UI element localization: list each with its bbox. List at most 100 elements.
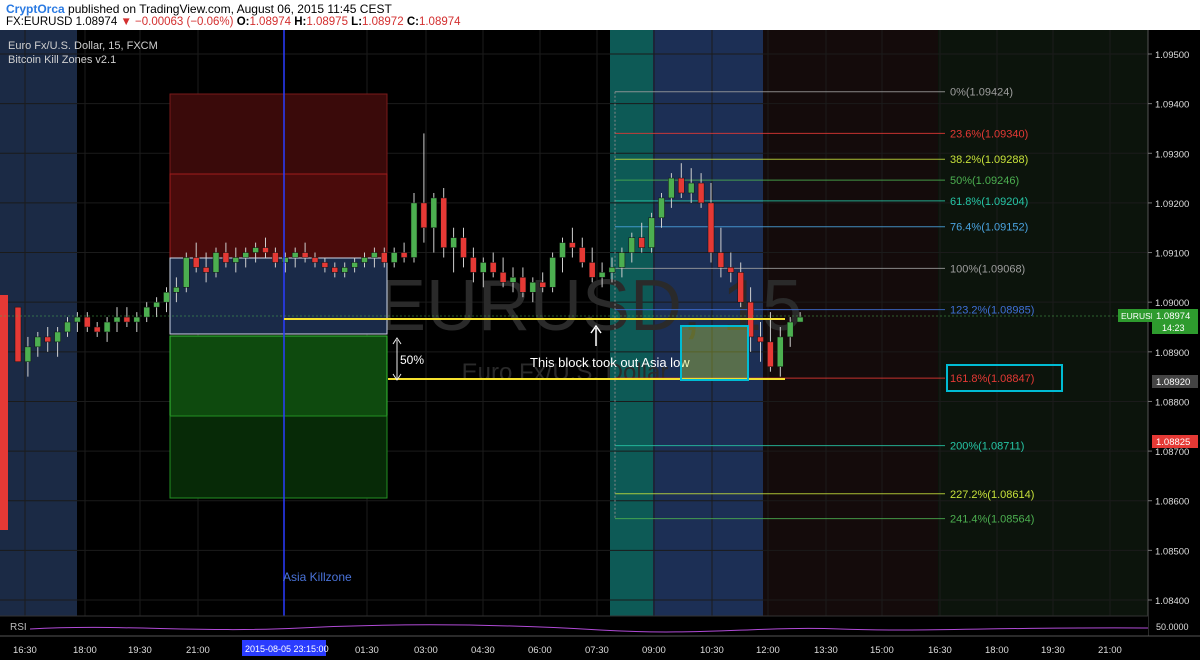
candle-body-69 (697, 182, 705, 204)
candle-body-34 (351, 262, 358, 268)
symbol-legend[interactable]: Euro Fx/U.S. Dollar, 15, FXCM (8, 40, 158, 52)
candle-body-51 (519, 277, 527, 293)
candle-body-39 (400, 252, 408, 258)
fib-label-10: 227.2%(1.08614) (950, 489, 1034, 501)
candle-body-79 (796, 316, 804, 323)
author-name[interactable]: CryptOrca (6, 2, 65, 16)
candle-body-3 (44, 336, 51, 343)
session-zone-4 (938, 30, 1148, 616)
candle-body-18 (192, 257, 200, 268)
x-cursor-label: 2015-08-05 23:15:00 (245, 644, 329, 654)
x-tick-label-12: 13:30 (814, 645, 838, 656)
indicator-legend[interactable]: Bitcoin Kill Zones v2.1 (8, 54, 116, 66)
candle-body-76 (767, 341, 774, 367)
y-tick-label-2: 1.09300 (1155, 149, 1189, 160)
open-label: O: (236, 16, 250, 28)
rsi-label: RSI (10, 622, 27, 633)
candle-body-20 (212, 252, 220, 273)
candle-body-13 (143, 306, 150, 318)
rsi-value: 50.0000 (1156, 622, 1189, 632)
x-tick-label-8: 07:30 (585, 645, 609, 656)
candle-body-64 (648, 217, 655, 248)
crosshair-price-label: 1.08920 (1156, 377, 1190, 388)
candle-body-65 (658, 197, 665, 219)
candle-body-7 (84, 316, 91, 328)
candle-body-50 (509, 277, 517, 283)
candle-body-36 (371, 252, 378, 258)
x-tick-label-3: 21:00 (186, 645, 210, 656)
low-label: L: (351, 16, 363, 28)
candle-body-8 (93, 326, 101, 333)
candle-body-28 (291, 252, 299, 258)
candle-body-77 (777, 336, 784, 367)
y-tick-label-3: 1.09200 (1155, 199, 1189, 210)
candle-body-0 (14, 306, 22, 362)
y-tick-label-8: 1.08700 (1155, 447, 1189, 458)
fib-label-7: 123.2%(1.08985) (950, 305, 1034, 317)
last-price: 1.08974 (75, 16, 118, 28)
fib-label-0: 0%(1.09424) (950, 87, 1013, 99)
candle-body-19 (202, 267, 210, 273)
asia-killzone-label: Asia Killzone (283, 570, 352, 584)
x-tick-label-14: 16:30 (928, 645, 952, 656)
fib-label-6: 100%(1.09068) (950, 263, 1025, 275)
candle-body-71 (717, 252, 725, 268)
candle-body-55 (559, 242, 566, 258)
x-tick-label-6: 04:30 (471, 645, 495, 656)
candle-body-2 (34, 336, 42, 348)
x-tick-label-0: 16:30 (13, 645, 37, 656)
candle-body-21 (222, 252, 230, 263)
x-tick-label-13: 15:00 (870, 645, 894, 656)
y-tick-label-4: 1.09100 (1155, 249, 1189, 260)
candle-body-44 (450, 237, 457, 248)
close-value: 1.08974 (418, 16, 461, 28)
candle-body-68 (687, 182, 695, 194)
symbol-ticker: FX:EURUSD (6, 16, 73, 28)
price-zones (169, 93, 388, 499)
low-value: 1.08972 (362, 16, 404, 28)
candle-body-60 (608, 267, 616, 273)
last-price-label: 1.08974 (1156, 311, 1190, 322)
order-block-box (680, 325, 749, 381)
open-value: 1.08974 (249, 16, 292, 28)
fib-label-11: 241.4%(1.08564) (950, 514, 1034, 526)
y-tick-label-11: 1.08400 (1155, 596, 1189, 607)
candle-body-35 (361, 257, 368, 263)
high-value: 1.08975 (306, 16, 348, 28)
price-change: ▼ −0.00063 (−0.06%) (120, 16, 234, 28)
candle-body-49 (499, 272, 507, 283)
close-label: C: (406, 16, 419, 28)
candle-body-32 (331, 267, 339, 273)
x-tick-label-11: 12:00 (756, 645, 780, 656)
candle-body-9 (103, 321, 111, 333)
candle-body-72 (727, 267, 735, 273)
fib-label-4: 61.8%(1.09204) (950, 196, 1028, 208)
candle-body-52 (529, 282, 537, 293)
candle-body-33 (341, 267, 348, 273)
candle-body-67 (678, 177, 685, 194)
publish-header: CryptOrca published on TradingView.com, … (0, 0, 1200, 30)
y-tick-label-9: 1.08600 (1155, 497, 1189, 508)
ohlc-row: FX:EURUSD 1.08974 ▼ −0.00063 (−0.06%) O:… (6, 16, 461, 28)
candle-body-24 (252, 247, 259, 253)
candle-body-12 (133, 316, 141, 323)
x-tick-label-2: 19:30 (128, 645, 152, 656)
x-tick-label-1: 18:00 (73, 645, 97, 656)
candle-body-17 (183, 257, 190, 288)
candle-body-43 (440, 197, 447, 248)
candle-body-14 (153, 301, 160, 308)
candle-body-54 (549, 257, 556, 288)
fib-label-3: 50%(1.09246) (950, 175, 1019, 187)
price-chart[interactable]: EURUSD, 15 Euro Fx/U.S. Dollar 0%(1.0942… (0, 30, 1200, 660)
candle-body-31 (321, 262, 329, 268)
y-tick-label-5: 1.09000 (1155, 298, 1189, 309)
candle-body-40 (410, 202, 418, 258)
candle-body-6 (74, 316, 81, 323)
fib-label-5: 76.4%(1.09152) (950, 222, 1028, 234)
rsi-background (0, 616, 1148, 636)
y-tick-label-7: 1.08800 (1155, 397, 1189, 408)
symbol-flag-text: EURUSD (1121, 311, 1157, 321)
candle-body-38 (390, 252, 398, 263)
fib-label-8: 161.8%(1.08847) (950, 373, 1034, 385)
rsi-pane[interactable]: RSI 50.0000 (0, 615, 1189, 636)
